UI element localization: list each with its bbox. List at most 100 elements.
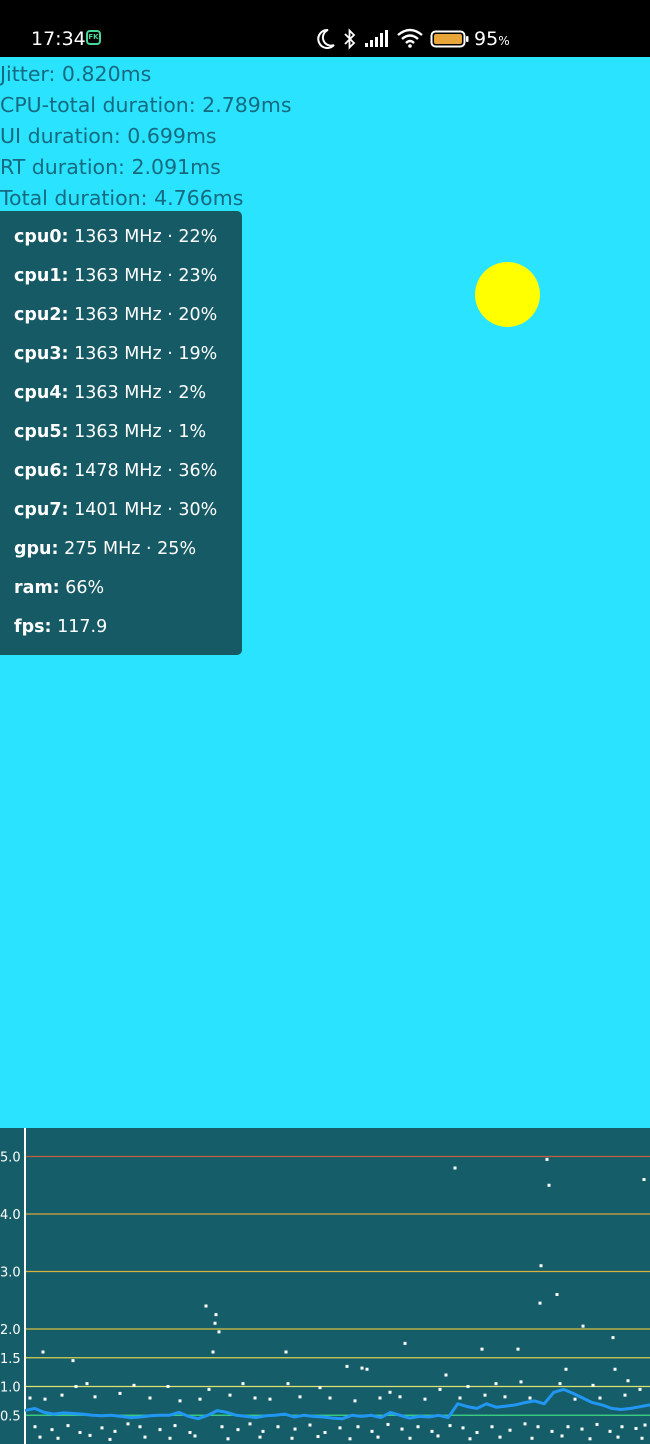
frame-time-point xyxy=(376,1435,380,1439)
frame-time-point xyxy=(581,1324,585,1328)
frame-time-point xyxy=(198,1397,202,1401)
frame-time-point xyxy=(88,1433,92,1437)
frame-time-point xyxy=(316,1435,320,1439)
rt-duration-metric: RT duration: 2.091ms xyxy=(0,155,221,179)
frame-time-point xyxy=(290,1436,294,1440)
frame-time-point xyxy=(555,1293,559,1296)
frame-time-point xyxy=(345,1364,349,1368)
frame-time-point xyxy=(85,1382,89,1386)
frame-time-point xyxy=(580,1427,584,1431)
frame-time-point xyxy=(213,1321,217,1325)
frame-time-point xyxy=(356,1425,360,1429)
frame-time-point xyxy=(338,1426,342,1430)
frame-time-point xyxy=(168,1436,172,1440)
frame-time-point xyxy=(60,1393,64,1397)
frame-time-point xyxy=(620,1425,624,1429)
frame-time-point xyxy=(328,1396,332,1400)
moon-icon xyxy=(317,28,335,49)
frame-time-point xyxy=(132,1383,136,1387)
frame-time-point xyxy=(370,1429,374,1433)
stat-row-cpu6: cpu6: 1478 MHz · 36% xyxy=(14,461,218,481)
frame-time-point xyxy=(608,1429,612,1433)
frame-time-point xyxy=(598,1396,602,1400)
frame-time-point xyxy=(626,1379,630,1383)
jitter-metric: Jitter: 0.820ms xyxy=(0,62,152,86)
frame-time-point xyxy=(528,1396,532,1400)
frame-time-point xyxy=(516,1347,520,1351)
frame-time-point xyxy=(642,1178,646,1181)
stat-row-gpu: gpu: 275 MHz · 25% xyxy=(14,539,197,559)
frame-time-point xyxy=(148,1396,152,1400)
frame-time-point xyxy=(268,1397,272,1401)
frame-time-point xyxy=(248,1422,252,1426)
stat-row-cpu4: cpu4: 1363 MHz · 2% xyxy=(14,383,207,403)
frame-time-point xyxy=(188,1431,192,1434)
timing-metrics: Jitter: 0.820ms CPU-total duration: 2.78… xyxy=(0,59,292,214)
frame-time-point xyxy=(74,1385,78,1388)
frame-time-point xyxy=(498,1435,502,1439)
frame-time-point xyxy=(643,1423,647,1427)
frame-time-point xyxy=(640,1436,644,1440)
frame-time-point xyxy=(461,1426,465,1430)
frame-time-point xyxy=(503,1395,507,1399)
frame-time-chart: 5.0 4.0 3.0 2.0 1.5 1.0 0.5 xyxy=(0,1128,650,1444)
frame-time-point xyxy=(353,1399,357,1403)
frame-time-point xyxy=(56,1436,60,1440)
frame-time-point xyxy=(536,1425,540,1429)
frame-time-point xyxy=(50,1428,54,1432)
frame-time-point xyxy=(193,1434,197,1438)
frame-time-point xyxy=(458,1396,462,1400)
ui-duration-metric: UI duration: 0.699ms xyxy=(0,124,217,148)
frame-time-point xyxy=(207,1387,211,1391)
frame-time-point xyxy=(126,1422,130,1426)
frame-time-point xyxy=(211,1350,215,1354)
frame-time-point xyxy=(519,1380,523,1384)
frame-time-point xyxy=(616,1435,620,1439)
wifi-icon xyxy=(397,28,423,48)
frame-time-point xyxy=(217,1330,221,1334)
frame-time-point xyxy=(228,1393,232,1397)
frame-time-point xyxy=(398,1395,402,1399)
frame-time-point xyxy=(43,1397,47,1401)
frame-time-point xyxy=(468,1437,472,1441)
frame-time-point xyxy=(475,1431,479,1434)
frame-time-point xyxy=(438,1387,442,1391)
frame-time-point xyxy=(204,1304,208,1308)
frame-time-point xyxy=(78,1431,82,1434)
frame-time-point xyxy=(494,1382,498,1386)
frame-time-point xyxy=(564,1367,568,1371)
frame-time-point xyxy=(508,1428,512,1432)
frame-time-point xyxy=(214,1313,218,1317)
frame-time-point xyxy=(613,1367,617,1371)
frame-time-point xyxy=(573,1397,577,1401)
frame-time-point xyxy=(365,1367,369,1371)
cpu-total-duration-metric: CPU-total duration: 2.789ms xyxy=(0,93,292,117)
stat-row-ram: ram: 66% xyxy=(14,578,105,598)
frame-time-point xyxy=(547,1183,551,1187)
frame-time-point xyxy=(28,1396,32,1400)
frame-time-point xyxy=(178,1399,182,1403)
frame-time-point xyxy=(545,1157,549,1161)
frame-time-point xyxy=(444,1373,448,1377)
frame-time-point xyxy=(423,1397,427,1401)
y-tick-label: 2.0 xyxy=(0,1323,21,1338)
stat-row-cpu3: cpu3: 1363 MHz · 19% xyxy=(14,344,218,364)
frame-time-point xyxy=(360,1366,364,1370)
frame-time-point xyxy=(100,1426,104,1430)
stat-row-cpu1: cpu1: 1363 MHz · 23% xyxy=(14,266,218,286)
frame-time-point xyxy=(403,1341,407,1345)
status-bar: 17:34 FK 95% xyxy=(0,0,650,57)
frame-time-point xyxy=(158,1428,162,1432)
frame-time-point xyxy=(66,1424,70,1428)
frame-time-point xyxy=(298,1395,302,1399)
frame-time-point xyxy=(538,1301,542,1305)
frame-time-graph: 5.0 4.0 3.0 2.0 1.5 1.0 0.5 xyxy=(0,1128,650,1444)
stat-row-fps: fps: 117.9 xyxy=(14,617,108,637)
frame-time-point xyxy=(41,1350,45,1354)
frame-time-point xyxy=(261,1429,265,1433)
frame-time-point xyxy=(430,1429,434,1433)
frame-time-point xyxy=(386,1422,390,1426)
frame-time-point xyxy=(400,1427,404,1431)
y-tick-label: 5.0 xyxy=(0,1151,21,1166)
y-tick-label: 3.0 xyxy=(0,1266,21,1281)
